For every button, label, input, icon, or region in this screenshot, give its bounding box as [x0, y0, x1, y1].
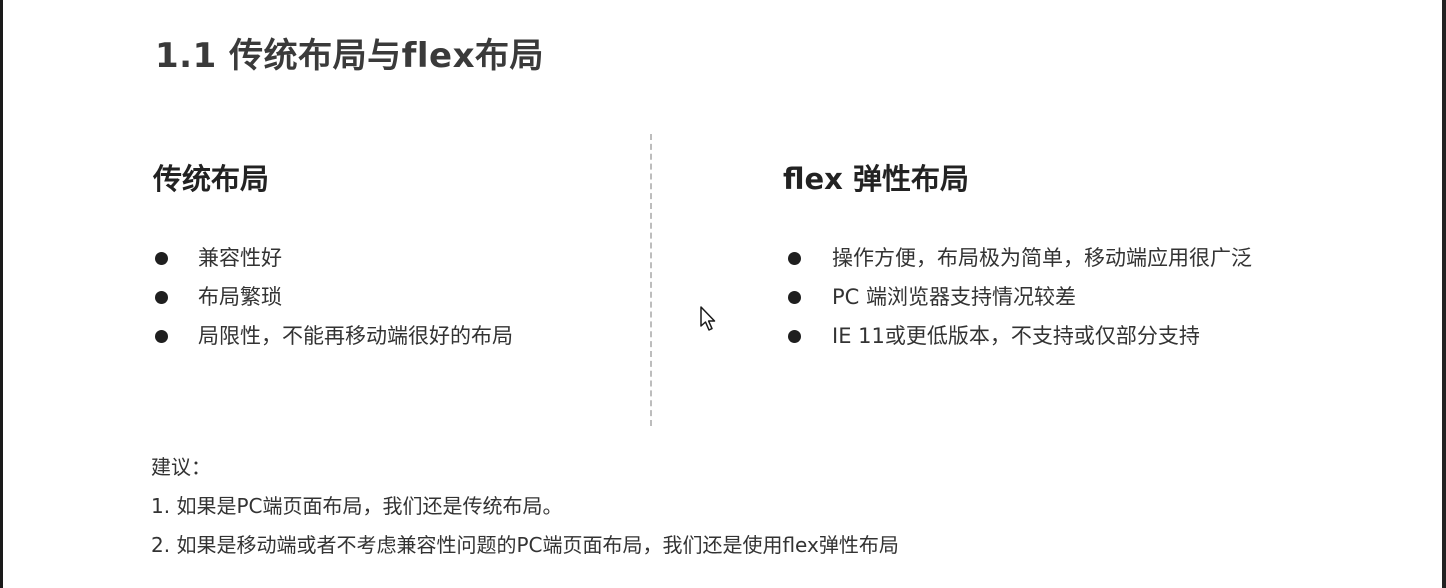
advice-line-2: 2. 如果是移动端或者不考虑兼容性问题的PC端页面布局，我们还是使用flex弹性…	[151, 533, 899, 557]
traditional-layout-heading: 传统布局	[153, 162, 270, 196]
list-item: IE 11或更低版本，不支持或仅部分支持	[788, 319, 1252, 358]
list-item: 布局繁琐	[155, 280, 513, 319]
window-left-edge	[0, 0, 3, 588]
list-item: 局限性，不能再移动端很好的布局	[155, 319, 513, 358]
bullet-icon	[155, 252, 168, 265]
list-item: 兼容性好	[155, 241, 513, 280]
bullet-icon	[155, 330, 168, 343]
bullet-icon	[155, 291, 168, 304]
window-right-edge	[1442, 0, 1446, 588]
list-item-text: IE 11或更低版本，不支持或仅部分支持	[832, 324, 1200, 348]
traditional-layout-list: 兼容性好 布局繁琐 局限性，不能再移动端很好的布局	[155, 241, 513, 358]
mouse-pointer-icon	[700, 306, 716, 331]
flex-layout-list: 操作方便，布局极为简单，移动端应用很广泛 PC 端浏览器支持情况较差 IE 11…	[788, 241, 1252, 358]
list-item: PC 端浏览器支持情况较差	[788, 280, 1252, 319]
flex-layout-heading: flex 弹性布局	[783, 162, 969, 196]
bullet-icon	[788, 291, 801, 304]
list-item-text: 布局繁琐	[198, 285, 282, 309]
page-title: 1.1 传统布局与flex布局	[155, 36, 545, 76]
list-item-text: 操作方便，布局极为简单，移动端应用很广泛	[832, 246, 1252, 270]
advice-label: 建议：	[151, 455, 211, 479]
list-item-text: PC 端浏览器支持情况较差	[832, 285, 1077, 309]
advice-section: 建议： 1. 如果是PC端页面布局，我们还是传统布局。 2. 如果是移动端或者不…	[151, 449, 899, 566]
column-divider	[650, 134, 652, 426]
list-item-text: 兼容性好	[198, 246, 282, 270]
list-item: 操作方便，布局极为简单，移动端应用很广泛	[788, 241, 1252, 280]
advice-line-1: 1. 如果是PC端页面布局，我们还是传统布局。	[151, 494, 563, 518]
list-item-text: 局限性，不能再移动端很好的布局	[198, 324, 513, 348]
bullet-icon	[788, 252, 801, 265]
bullet-icon	[788, 330, 801, 343]
